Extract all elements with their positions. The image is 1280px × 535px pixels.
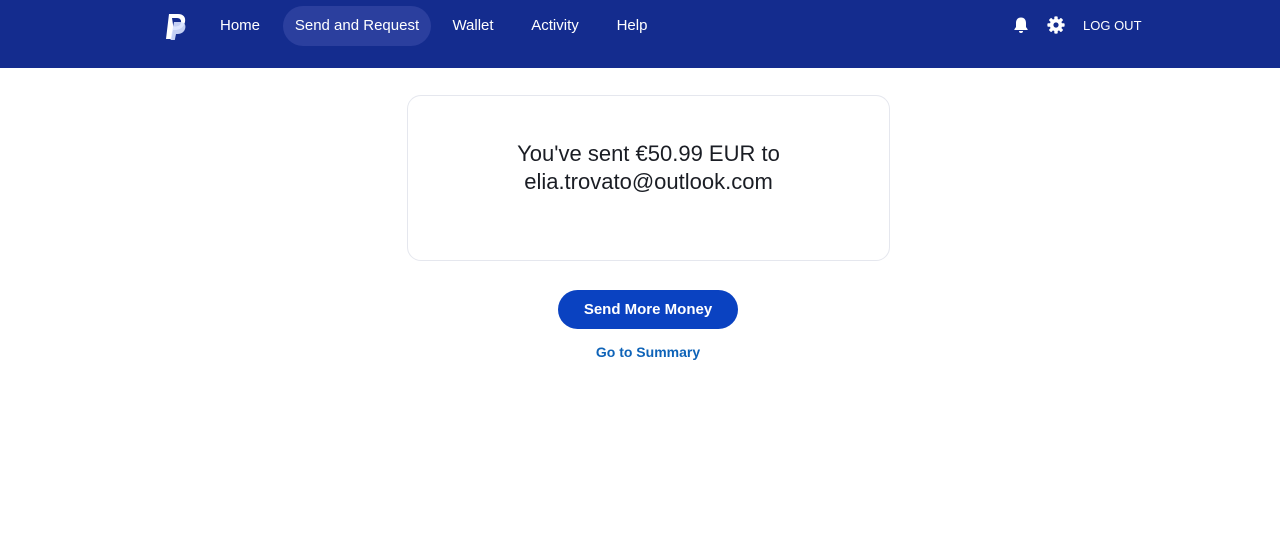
- nav-send-and-request[interactable]: Send and Request: [283, 6, 431, 46]
- gear-icon[interactable]: [1046, 15, 1066, 35]
- logout-link[interactable]: LOG OUT: [1083, 17, 1143, 35]
- confirmation-amount-line: You've sent €50.99 EUR to: [517, 141, 780, 166]
- recipient-email: elia.trovato@outlook.com: [524, 169, 773, 194]
- nav-help[interactable]: Help: [605, 6, 659, 46]
- top-navigation-bar: Home Send and Request Wallet Activity He…: [0, 0, 1280, 68]
- nav-home[interactable]: Home: [206, 6, 274, 46]
- nav-wallet[interactable]: Wallet: [441, 6, 505, 46]
- nav-activity[interactable]: Activity: [519, 6, 591, 46]
- bell-icon[interactable]: [1011, 15, 1031, 35]
- send-more-money-button[interactable]: Send More Money: [558, 290, 738, 329]
- confirmation-card: You've sent €50.99 EUR to elia.trovato@o…: [407, 95, 890, 261]
- confirmation-message: You've sent €50.99 EUR to elia.trovato@o…: [408, 140, 889, 196]
- go-to-summary-link[interactable]: Go to Summary: [548, 342, 748, 362]
- paypal-logo[interactable]: [163, 13, 187, 41]
